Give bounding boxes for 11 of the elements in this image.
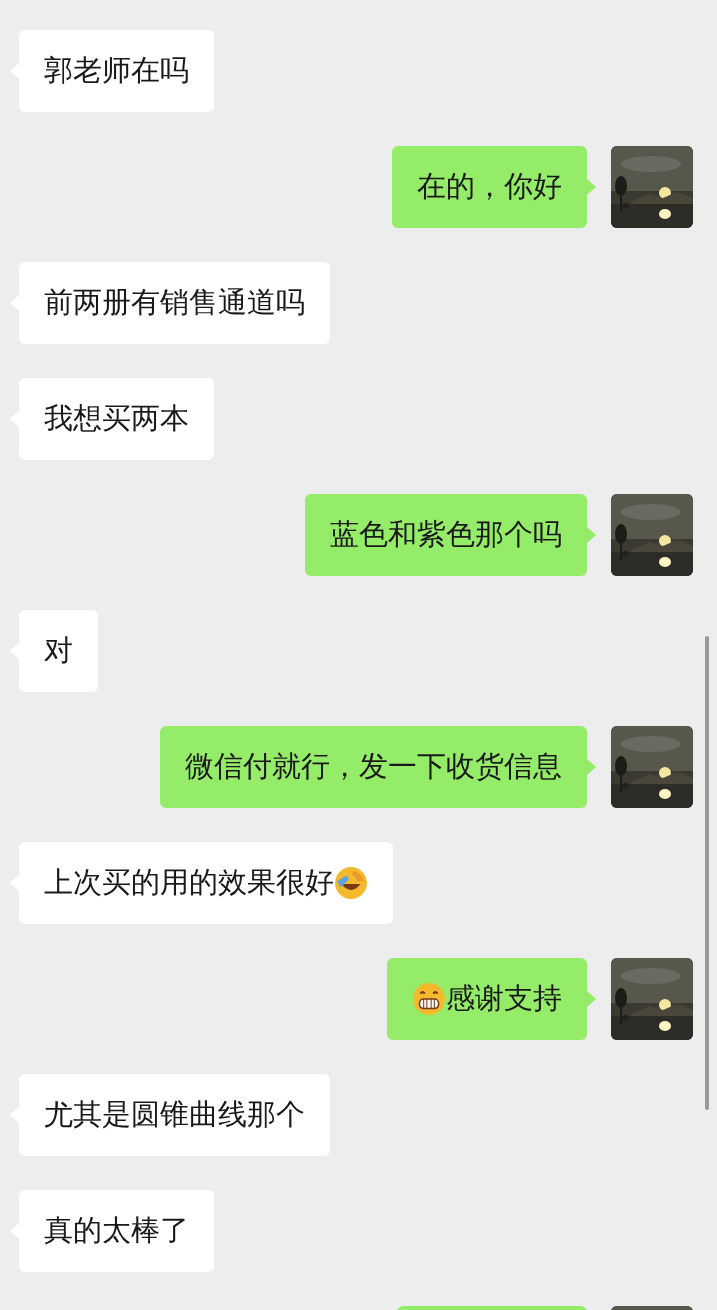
message-text: 对 <box>44 632 73 669</box>
message-text: 郭老师在吗 <box>44 52 189 89</box>
message-text: 前两册有销售通道吗 <box>44 284 305 321</box>
message-text: 微信付就行，发一下收货信息 <box>185 748 562 785</box>
message-text: 蓝色和紫色那个吗 <box>330 516 562 553</box>
message-text: 上次买的用的效果很好 <box>44 864 334 901</box>
message-text: 尤其是圆锥曲线那个 <box>44 1096 305 1133</box>
message-text: 真的太棒了 <box>44 1212 189 1249</box>
message-text: 在的，你好 <box>417 168 562 205</box>
message-text: 感谢支持 <box>446 980 562 1017</box>
message-text: 我想买两本 <box>44 400 189 437</box>
